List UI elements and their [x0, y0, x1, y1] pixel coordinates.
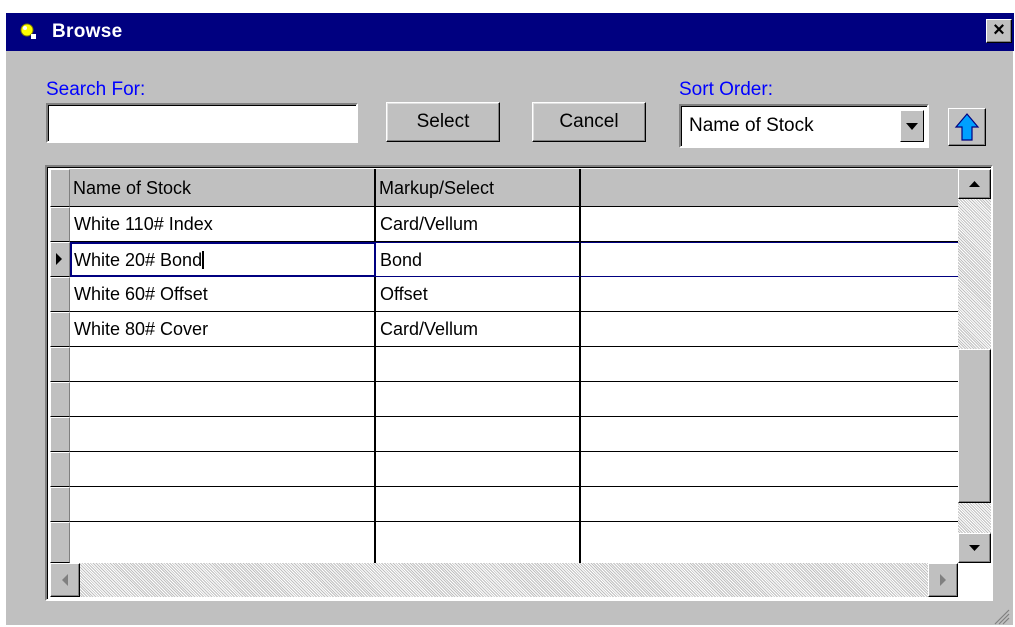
row-selector[interactable]: [50, 417, 70, 452]
horizontal-scrollbar[interactable]: [50, 563, 958, 597]
sort-order-label: Sort Order:: [679, 79, 773, 100]
table-cell-name[interactable]: White 80# Cover: [70, 312, 376, 347]
select-button[interactable]: Select: [386, 102, 500, 142]
table-cell-name[interactable]: [70, 382, 376, 417]
row-selector[interactable]: [50, 277, 70, 312]
row-selector[interactable]: [50, 312, 70, 347]
search-input[interactable]: [46, 103, 358, 143]
table-cell-name[interactable]: White 60# Offset: [70, 277, 376, 312]
search-label: Search For:: [46, 79, 146, 100]
scroll-right-arrow-icon: [940, 574, 946, 586]
column-header-markup[interactable]: Markup/Select: [376, 169, 581, 207]
arrow-up-icon: [954, 113, 980, 141]
close-icon: ×: [993, 19, 1005, 41]
table-cell-name[interactable]: [70, 522, 376, 563]
vertical-scroll-thumb[interactable]: [958, 349, 991, 503]
table-cell-extra: [581, 242, 958, 277]
table-cell-extra: [581, 207, 958, 242]
text-caret: [202, 251, 205, 269]
resize-grip-icon[interactable]: [992, 607, 1010, 625]
table-cell-extra: [581, 312, 958, 347]
column-header-name[interactable]: Name of Stock: [70, 169, 376, 207]
table-cell-name[interactable]: White 110# Index: [70, 207, 376, 242]
close-button[interactable]: ×: [986, 19, 1012, 43]
table-cell-name-text: White 20# Bond: [74, 250, 203, 270]
header-row-selector: [50, 169, 70, 207]
table-cell-markup[interactable]: [376, 487, 581, 522]
table-cell-markup[interactable]: Card/Vellum: [376, 312, 581, 347]
table-cell-markup[interactable]: Bond: [376, 242, 581, 277]
table-cell-extra: [581, 487, 958, 522]
table-cell-name[interactable]: [70, 487, 376, 522]
row-selector[interactable]: [50, 382, 70, 417]
table-cell-markup[interactable]: [376, 347, 581, 382]
row-selector[interactable]: [50, 242, 70, 277]
row-selector[interactable]: [50, 452, 70, 487]
scroll-down-button[interactable]: [958, 533, 991, 563]
title-bar[interactable]: Browse ×: [6, 13, 1014, 51]
sort-direction-button[interactable]: [948, 108, 986, 146]
table-cell-name[interactable]: [70, 417, 376, 452]
row-selector[interactable]: [50, 207, 70, 242]
cancel-button[interactable]: Cancel: [532, 102, 646, 142]
scroll-right-button[interactable]: [928, 563, 958, 597]
sort-order-select[interactable]: Name of Stock: [679, 104, 929, 148]
table-cell-extra: [581, 417, 958, 452]
table-cell-name-editing[interactable]: White 20# Bond: [70, 242, 376, 277]
table-cell-markup[interactable]: Card/Vellum: [376, 207, 581, 242]
scroll-down-arrow-icon: [969, 545, 980, 551]
scrollbar-corner: [958, 563, 991, 597]
scroll-left-arrow-icon: [62, 574, 68, 586]
column-header-extra: [581, 169, 958, 207]
row-selector[interactable]: [50, 487, 70, 522]
chevron-down-icon[interactable]: [900, 110, 924, 142]
app-icon: [20, 23, 36, 39]
table-cell-name[interactable]: [70, 347, 376, 382]
table-cell-markup[interactable]: [376, 382, 581, 417]
current-row-indicator-icon: [56, 253, 62, 265]
vertical-scrollbar[interactable]: [958, 169, 991, 563]
table-cell-markup[interactable]: [376, 522, 581, 563]
table-cell-markup[interactable]: [376, 417, 581, 452]
table-cell-markup[interactable]: Offset: [376, 277, 581, 312]
browse-window: Browse × Search For: Select Cancel Sort …: [5, 12, 1014, 625]
row-selector[interactable]: [50, 522, 70, 563]
table-cell-markup[interactable]: [376, 452, 581, 487]
table-cell-extra: [581, 382, 958, 417]
scroll-left-button[interactable]: [50, 563, 80, 597]
stock-table[interactable]: Name of Stock Markup/Select White 110# I…: [45, 165, 993, 601]
scroll-up-button[interactable]: [958, 169, 991, 199]
table-cell-name[interactable]: [70, 452, 376, 487]
scroll-up-arrow-icon: [969, 181, 980, 187]
row-selector[interactable]: [50, 347, 70, 382]
table-cell-extra: [581, 277, 958, 312]
table-cell-extra: [581, 452, 958, 487]
sort-order-value: Name of Stock: [689, 115, 814, 136]
table-cell-extra: [581, 522, 958, 563]
table-cell-extra: [581, 347, 958, 382]
window-title: Browse: [52, 21, 123, 42]
